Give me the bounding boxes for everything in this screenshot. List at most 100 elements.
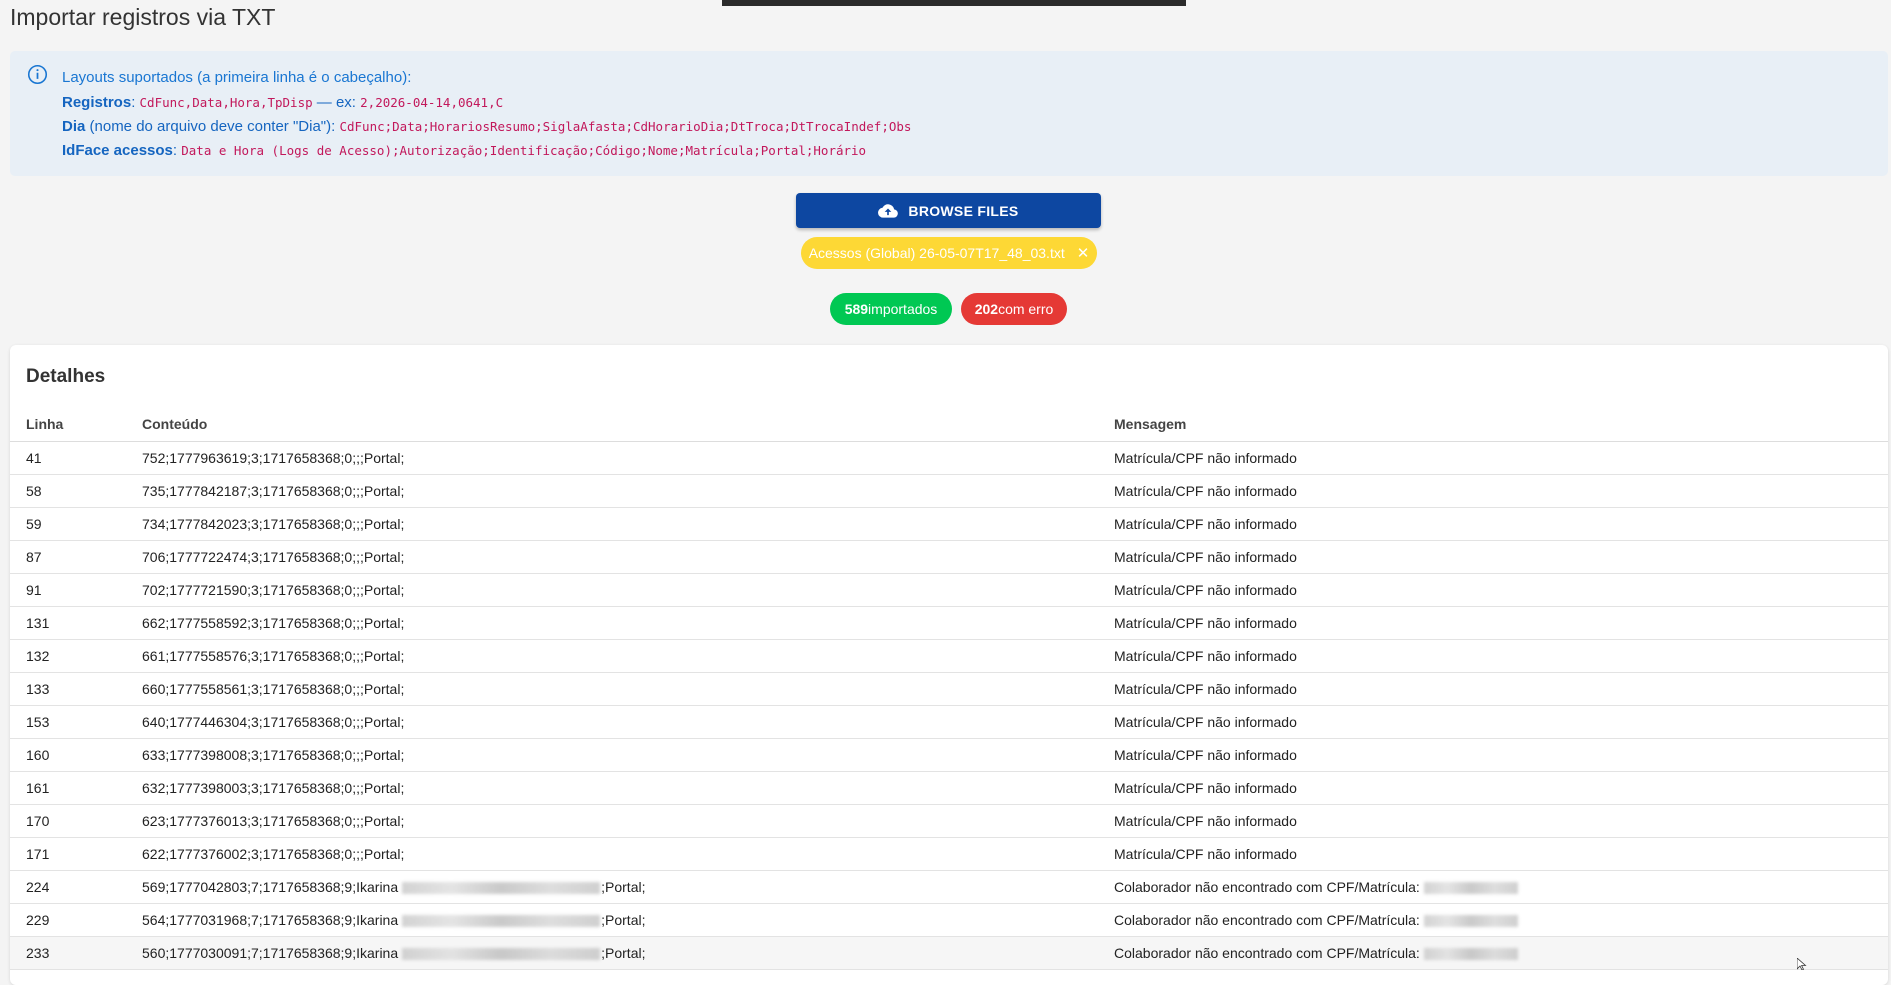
- layout-format: CdFunc;Data;HorariosResumo;SiglaAfasta;C…: [339, 119, 912, 134]
- cell-mensagem: Matrícula/CPF não informado: [1114, 804, 1888, 838]
- table-header-row: Linha Conteúdo Mensagem: [10, 407, 1888, 442]
- cell-conteudo: 633;1777398008;3;1717658368;0;;;Portal;: [142, 738, 1114, 772]
- imported-count: 589: [844, 301, 869, 317]
- cell-mensagem: Matrícula/CPF não informado: [1114, 474, 1888, 508]
- imported-label: importados: [868, 301, 938, 317]
- table-row: 58 735;1777842187;3;1717658368;0;;;Portal…: [10, 474, 1888, 508]
- cell-conteudo: 640;1777446304;3;1717658368;0;;;Portal;: [142, 705, 1114, 739]
- conteudo-text: 662;1777558592;3;1717658368;0;;;Portal;: [142, 615, 405, 631]
- cell-conteudo: 622;1777376002;3;1717658368;0;;;Portal;: [142, 837, 1114, 871]
- mensagem-text: Matrícula/CPF não informado: [1114, 747, 1297, 763]
- col-linha: Linha: [10, 407, 142, 442]
- cell-conteudo: 662;1777558592;3;1717658368;0;;;Portal;: [142, 606, 1114, 640]
- cloud-upload-icon: [878, 203, 899, 218]
- mensagem-text: Matrícula/CPF não informado: [1114, 714, 1297, 730]
- mensagem-text: Colaborador não encontrado com CPF/Matrí…: [1114, 945, 1420, 961]
- cell-mensagem: Matrícula/CPF não informado: [1114, 573, 1888, 607]
- table-row: 171 622;1777376002;3;1717658368;0;;;Porta…: [10, 837, 1888, 871]
- mensagem-text: Matrícula/CPF não informado: [1114, 483, 1297, 499]
- cell-conteudo: 623;1777376013;3;1717658368;0;;;Portal;: [142, 804, 1114, 838]
- layout-dia: Dia (nome do arquivo deve conter "Dia"):…: [62, 118, 912, 135]
- info-circle-icon: [27, 64, 48, 85]
- cell-mensagem: Matrícula/CPF não informado: [1114, 672, 1888, 706]
- cell-conteudo: 702;1777721590;3;1717658368;0;;;Portal;: [142, 573, 1114, 607]
- cell-linha: 229: [10, 903, 142, 937]
- table-row: 41 752;1777963619;3;1717658368;0;;;Portal…: [10, 441, 1888, 475]
- conteudo-text: 560;1777030091;7;1717658368;9;Ikarina: [142, 945, 399, 961]
- mensagem-text: Colaborador não encontrado com CPF/Matrí…: [1114, 912, 1420, 928]
- cell-mensagem: Matrícula/CPF não informado: [1114, 441, 1888, 475]
- cell-conteudo: 632;1777398003;3;1717658368;0;;;Portal;: [142, 771, 1114, 805]
- conteudo-text: 633;1777398008;3;1717658368;0;;;Portal;: [142, 747, 405, 763]
- cell-conteudo: 564;1777031968;7;1717658368;9;Ikarina ;Po…: [142, 903, 1114, 937]
- mensagem-text: Matrícula/CPF não informado: [1114, 813, 1297, 829]
- mensagem-text: Colaborador não encontrado com CPF/Matrí…: [1114, 879, 1420, 895]
- mensagem-text: Matrícula/CPF não informado: [1114, 450, 1297, 466]
- cell-linha: 133: [10, 672, 142, 706]
- cell-mensagem: Matrícula/CPF não informado: [1114, 705, 1888, 739]
- supported-layouts-info: Layouts suportados (a primeira linha é o…: [10, 51, 1888, 176]
- conteudo-tail: ;Portal;: [601, 912, 646, 928]
- cell-linha: 58: [10, 474, 142, 508]
- col-conteudo: Conteúdo: [142, 407, 1114, 442]
- error-label: com erro: [998, 301, 1054, 317]
- browse-files-button[interactable]: BROWSE FILES: [796, 193, 1101, 228]
- table-row: 131 662;1777558592;3;1717658368;0;;;Porta…: [10, 606, 1888, 640]
- cell-linha: 224: [10, 870, 142, 904]
- cell-linha: 87: [10, 540, 142, 574]
- redacted-id: [1423, 915, 1518, 928]
- cell-mensagem: Matrícula/CPF não informado: [1114, 738, 1888, 772]
- conteudo-text: 660;1777558561;3;1717658368;0;;;Portal;: [142, 681, 405, 697]
- table-row: 160 633;1777398008;3;1717658368;0;;;Porta…: [10, 738, 1888, 772]
- cell-linha: 91: [10, 573, 142, 607]
- layout-example: 2,2026-04-14,0641,C: [360, 95, 504, 110]
- mensagem-text: Matrícula/CPF não informado: [1114, 516, 1297, 532]
- table-row: 132 661;1777558576;3;1717658368;0;;;Porta…: [10, 639, 1888, 673]
- redacted-name: [402, 915, 601, 928]
- remove-file-icon[interactable]: ✕: [1077, 246, 1090, 261]
- cell-mensagem: Matrícula/CPF não informado: [1114, 540, 1888, 574]
- conteudo-text: 640;1777446304;3;1717658368;0;;;Portal;: [142, 714, 405, 730]
- details-title: Detalhes: [26, 366, 106, 387]
- cell-linha: 41: [10, 441, 142, 475]
- table-row: 153 640;1777446304;3;1717658368;0;;;Porta…: [10, 705, 1888, 739]
- conteudo-text: 623;1777376013;3;1717658368;0;;;Portal;: [142, 813, 405, 829]
- table-row: 229 564;1777031968;7;1717658368;9;Ikarina…: [10, 903, 1888, 937]
- mensagem-text: Matrícula/CPF não informado: [1114, 648, 1297, 664]
- selected-file-chip: Acessos (Global) 26-05-07T17_48_03.txt ✕: [801, 237, 1097, 269]
- conteudo-text: 752;1777963619;3;1717658368;0;;;Portal;: [142, 450, 405, 466]
- table-row: 59 734;1777842023;3;1717658368;0;;;Portal…: [10, 507, 1888, 541]
- cell-mensagem: Matrícula/CPF não informado: [1114, 507, 1888, 541]
- layout-label: Dia: [62, 118, 86, 135]
- cell-linha: 160: [10, 738, 142, 772]
- redacted-name: [402, 948, 601, 961]
- cell-linha: 171: [10, 837, 142, 871]
- mouse-cursor-icon: [1797, 958, 1807, 970]
- table-row: 87 706;1777722474;3;1717658368;0;;;Portal…: [10, 540, 1888, 574]
- cell-linha: 161: [10, 771, 142, 805]
- conteudo-text: 702;1777721590;3;1717658368;0;;;Portal;: [142, 582, 405, 598]
- info-intro: Layouts suportados (a primeira linha é o…: [62, 69, 412, 86]
- conteudo-text: 569;1777042803;7;1717658368;9;Ikarina: [142, 879, 399, 895]
- imported-count-badge: 589 importados: [830, 293, 952, 325]
- conteudo-text: 564;1777031968;7;1717658368;9;Ikarina: [142, 912, 399, 928]
- redacted-id: [1423, 882, 1518, 895]
- mensagem-text: Matrícula/CPF não informado: [1114, 780, 1297, 796]
- mensagem-text: Matrícula/CPF não informado: [1114, 846, 1297, 862]
- mensagem-text: Matrícula/CPF não informado: [1114, 549, 1297, 565]
- cell-conteudo: 706;1777722474;3;1717658368;0;;;Portal;: [142, 540, 1114, 574]
- details-card: Detalhes Linha Conteúdo Mensagem 41 752;1…: [10, 345, 1888, 985]
- cell-conteudo: 735;1777842187;3;1717658368;0;;;Portal;: [142, 474, 1114, 508]
- cell-linha: 59: [10, 507, 142, 541]
- cell-conteudo: 752;1777963619;3;1717658368;0;;;Portal;: [142, 441, 1114, 475]
- details-table: Linha Conteúdo Mensagem 41 752;1777963619…: [10, 407, 1888, 970]
- cell-mensagem: Matrícula/CPF não informado: [1114, 606, 1888, 640]
- file-name: Acessos (Global) 26-05-07T17_48_03.txt: [808, 245, 1065, 261]
- table-row: 91 702;1777721590;3;1717658368;0;;;Portal…: [10, 573, 1888, 607]
- cell-conteudo: 661;1777558576;3;1717658368;0;;;Portal;: [142, 639, 1114, 673]
- layout-idface: IdFace acessos: Data e Hora (Logs de Ace…: [62, 142, 867, 159]
- mensagem-text: Matrícula/CPF não informado: [1114, 582, 1297, 598]
- cell-conteudo: 734;1777842023;3;1717658368;0;;;Portal;: [142, 507, 1114, 541]
- table-row: 161 632;1777398003;3;1717658368;0;;;Porta…: [10, 771, 1888, 805]
- cell-mensagem: Colaborador não encontrado com CPF/Matrí…: [1114, 936, 1888, 970]
